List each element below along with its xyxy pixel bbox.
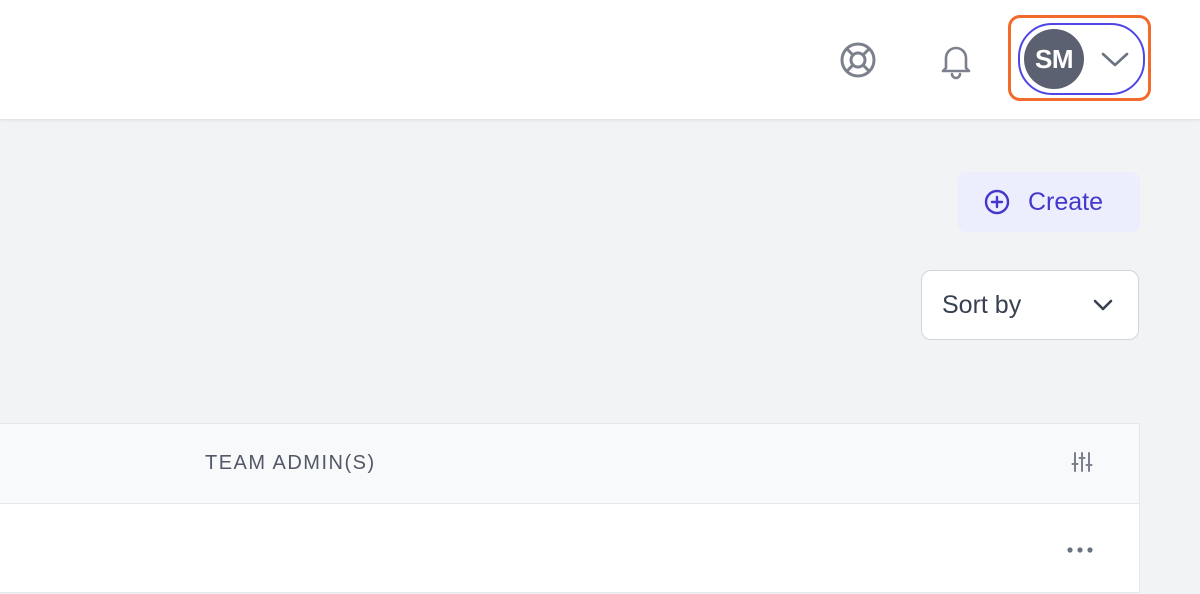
table-header: TEAM ADMIN(S) [0, 424, 1139, 504]
avatar: SM [1024, 29, 1084, 89]
create-button[interactable]: Create [958, 172, 1140, 232]
notifications-button[interactable] [932, 36, 980, 84]
user-menu-button[interactable]: SM [1018, 23, 1145, 95]
lifebuoy-icon [840, 42, 876, 78]
chevron-down-icon [1100, 49, 1130, 69]
chevron-down-icon [1092, 298, 1114, 312]
column-header-team-admins[interactable]: TEAM ADMIN(S) [205, 452, 376, 475]
plus-circle-icon [984, 189, 1010, 215]
help-button[interactable] [834, 36, 882, 84]
teams-table: TEAM ADMIN(S) [0, 423, 1140, 593]
sort-by-select[interactable]: Sort by [921, 270, 1139, 340]
sort-by-label: Sort by [942, 290, 1022, 319]
create-button-label: Create [1028, 187, 1104, 216]
column-settings-button[interactable] [1068, 448, 1096, 476]
row-actions-button[interactable] [1063, 540, 1097, 560]
more-horizontal-icon [1067, 547, 1093, 553]
bell-icon [941, 46, 971, 80]
top-header: SM [0, 0, 1200, 120]
sliders-icon [1071, 452, 1093, 472]
table-row [0, 504, 1139, 594]
